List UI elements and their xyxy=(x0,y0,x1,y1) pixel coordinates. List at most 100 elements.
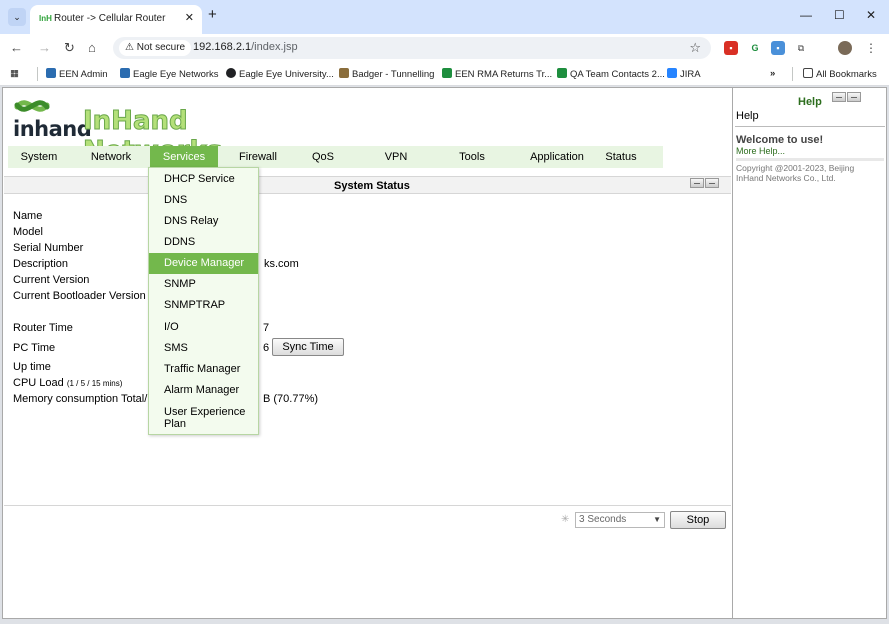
menu-item-dhcp-service[interactable]: DHCP Service xyxy=(149,169,258,190)
extension-red-icon[interactable]: ▪ xyxy=(724,41,738,55)
maximize-icon[interactable]: ☐ xyxy=(834,8,845,22)
bookmark-een-rma[interactable]: EEN RMA Returns Tr... xyxy=(442,68,552,80)
value-router-time: 7 xyxy=(263,322,270,334)
refresh-interval-value: 3 Seconds xyxy=(579,514,627,525)
nav-status[interactable]: Status xyxy=(598,146,644,168)
logo: inhand InHand Networks xyxy=(13,95,313,167)
bookmark-jira[interactable]: JIRA xyxy=(667,68,701,80)
label-router-time: Router Time xyxy=(13,322,73,334)
label-bootloader-version: Current Bootloader Version xyxy=(13,290,146,302)
label-pc-time: PC Time xyxy=(13,342,56,354)
bookmark-eagle-eye-university[interactable]: Eagle Eye University... xyxy=(226,68,334,80)
value-description: ks.com xyxy=(264,258,299,270)
bookmark-label: EEN RMA Returns Tr... xyxy=(455,69,553,80)
menu-item-device-manager[interactable]: Device Manager xyxy=(149,253,258,274)
help-divider xyxy=(735,126,885,127)
bookmark-een-icon xyxy=(46,68,56,78)
extension-g-icon[interactable]: G xyxy=(748,41,762,55)
close-window-icon[interactable]: ✕ xyxy=(866,8,876,22)
menu-item-io[interactable]: I/O xyxy=(149,317,258,338)
new-tab-icon[interactable]: + xyxy=(208,6,217,23)
tab-close-icon[interactable]: ✕ xyxy=(185,11,194,24)
forward-icon[interactable]: → xyxy=(38,40,51,55)
extension-blue-icon[interactable]: ▪ xyxy=(771,41,785,55)
bookmark-label: QA Team Contacts 2... xyxy=(570,69,665,80)
bookmark-label: Eagle Eye Networks xyxy=(133,69,219,80)
browser-tab[interactable]: InH Router -> Cellular Router ✕ xyxy=(30,5,202,34)
bookmark-sheet-icon xyxy=(442,68,452,78)
apps-icon[interactable]: ▦ xyxy=(10,68,19,79)
nav-tools[interactable]: Tools xyxy=(448,146,496,168)
profile-avatar[interactable] xyxy=(838,41,852,55)
logo-wordmark: inhand xyxy=(13,117,92,141)
label-current-version: Current Version xyxy=(13,274,90,286)
browser-toolbar: ← → ↻ ⌂ ⚠ Not secure 192.168.2.1/index.j… xyxy=(0,34,889,62)
help-restore-icon[interactable] xyxy=(847,92,861,102)
menu-item-sms[interactable]: SMS xyxy=(149,338,258,359)
tab-search-icon[interactable]: ⌄ xyxy=(8,8,26,26)
reload-icon[interactable]: ↻ xyxy=(64,40,75,56)
panel-controls xyxy=(689,178,719,191)
menu-item-alarm-manager[interactable]: Alarm Manager xyxy=(149,380,258,401)
status-panel-header: System Status xyxy=(4,176,731,194)
nav-qos[interactable]: QoS xyxy=(300,146,346,168)
copyright-text: Copyright @2001-2023, Beijing InHand Net… xyxy=(736,158,884,183)
url-host: 192.168.2.1 xyxy=(193,41,252,53)
bookmark-eagle-icon xyxy=(120,68,130,78)
nav-network[interactable]: Network xyxy=(80,146,142,168)
label-uptime: Up time xyxy=(13,361,51,373)
menu-item-dns[interactable]: DNS xyxy=(149,190,258,211)
bookmark-separator xyxy=(37,67,38,81)
bookmark-badger-tunnelling[interactable]: Badger - Tunnelling xyxy=(339,68,434,80)
menu-item-snmp[interactable]: SNMP xyxy=(149,274,258,295)
nav-application[interactable]: Application xyxy=(526,146,588,168)
nav-vpn[interactable]: VPN xyxy=(372,146,420,168)
nav-services[interactable]: Services xyxy=(150,146,218,168)
bookmark-jira-icon xyxy=(667,68,677,78)
folder-icon xyxy=(803,68,813,78)
extensions-puzzle-icon[interactable]: ⧉ xyxy=(794,41,808,55)
tab-favicon-icon: InH xyxy=(39,14,52,23)
menu-item-user-experience-plan[interactable]: User Experience Plan xyxy=(149,403,258,433)
stop-button[interactable]: Stop xyxy=(670,511,726,529)
nav-system[interactable]: System xyxy=(8,146,70,168)
panel-minimize-icon[interactable] xyxy=(690,178,704,188)
label-serial-number: Serial Number xyxy=(13,242,84,254)
home-icon[interactable]: ⌂ xyxy=(88,40,96,55)
minimize-icon[interactable]: — xyxy=(800,8,812,22)
bookmarks-overflow-icon[interactable]: » xyxy=(770,68,775,79)
refresh-interval-select[interactable]: 3 Seconds ▼ xyxy=(575,512,665,528)
url-path: /index.jsp xyxy=(251,41,298,53)
back-icon[interactable]: ← xyxy=(10,40,23,55)
nav-firewall[interactable]: Firewall xyxy=(228,146,288,168)
bookmark-qa-team[interactable]: QA Team Contacts 2... xyxy=(557,68,665,80)
bookmark-eagle-eye-networks[interactable]: Eagle Eye Networks xyxy=(120,68,219,80)
bookmark-sheet-icon xyxy=(557,68,567,78)
menu-item-ddns[interactable]: DDNS xyxy=(149,232,258,253)
all-bookmarks-button[interactable]: All Bookmarks xyxy=(803,68,877,80)
menu-item-traffic-manager[interactable]: Traffic Manager xyxy=(149,359,258,380)
label-description: Description xyxy=(13,258,69,270)
label-cpu-load: CPU Load (1 / 5 / 15 mins) xyxy=(13,377,122,389)
router-page: inhand InHand Networks System Network Se… xyxy=(2,87,887,619)
bookmark-label: Eagle Eye University... xyxy=(239,69,334,80)
all-bookmarks-label: All Bookmarks xyxy=(816,69,877,80)
menu-item-snmptrap[interactable]: SNMPTRAP xyxy=(149,295,258,316)
bookmark-een-admin[interactable]: EEN Admin xyxy=(46,68,108,80)
label-memory: Memory consumption Total/Fr xyxy=(13,393,158,405)
cpu-load-note: (1 / 5 / 15 mins) xyxy=(66,379,123,388)
tab-title: Router -> Cellular Router xyxy=(54,13,166,24)
address-bar[interactable]: ⚠ Not secure 192.168.2.1/index.jsp ☆ xyxy=(113,37,711,59)
help-minimize-icon[interactable] xyxy=(832,92,846,102)
help-header: Help xyxy=(798,96,822,108)
menu-kebab-icon[interactable]: ⋮ xyxy=(864,41,878,55)
menu-item-dns-relay[interactable]: DNS Relay xyxy=(149,211,258,232)
more-help-link[interactable]: More Help... xyxy=(736,146,785,156)
bookmark-star-icon[interactable]: ☆ xyxy=(689,40,701,56)
sync-time-button[interactable]: Sync Time xyxy=(272,338,344,356)
value-memory: B (70.77%) xyxy=(263,393,319,405)
browser-tabstrip: ⌄ InH Router -> Cellular Router ✕ + — ☐ … xyxy=(0,0,889,34)
status-content: System Status Name Model Serial Number D… xyxy=(4,174,731,618)
security-badge[interactable]: ⚠ Not secure xyxy=(119,40,192,56)
panel-restore-icon[interactable] xyxy=(705,178,719,188)
